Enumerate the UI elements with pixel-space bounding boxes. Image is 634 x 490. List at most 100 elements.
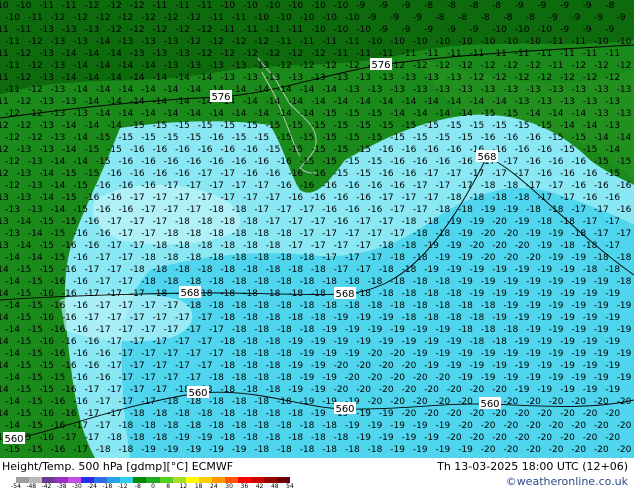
temp-value: -18 [549, 205, 564, 215]
credit-link[interactable]: ©weatheronline.co.uk [506, 475, 628, 488]
temp-value: -13 [17, 193, 32, 203]
temp-value: -14 [96, 61, 111, 71]
temp-value: -17 [436, 181, 451, 191]
temp-value: -17 [141, 373, 156, 383]
temp-value: -18 [345, 301, 360, 311]
temp-value: -18 [141, 277, 156, 287]
valid-time: Th 13-03-2025 18:00 UTC (12+06) [437, 460, 628, 473]
temp-value: -12 [51, 13, 66, 23]
temp-value: -16 [356, 193, 371, 203]
temp-value: -11 [198, 1, 213, 11]
temp-value: -13 [73, 37, 88, 47]
temp-value: -14 [322, 85, 337, 95]
temp-value: -16 [322, 205, 337, 215]
temp-value: -20 [617, 445, 632, 455]
temp-value: -10 [334, 1, 349, 11]
temp-value: -11 [356, 49, 371, 59]
temp-value: -17 [334, 241, 349, 251]
temp-value: -15 [345, 157, 360, 167]
temp-value: -15 [96, 157, 111, 167]
temp-value: -12 [175, 25, 190, 35]
temp-value: -20 [504, 253, 519, 263]
temp-value: -11 [28, 13, 43, 23]
temp-value: -15 [187, 133, 202, 143]
temp-value: -20 [424, 385, 439, 395]
temp-value: -18 [164, 397, 179, 407]
temp-value: -12 [107, 25, 122, 35]
temp-value: -17 [107, 337, 122, 347]
temp-value: -18 [254, 445, 269, 455]
temp-value: -15 [470, 121, 485, 131]
temp-value: -9 [390, 13, 399, 23]
temp-value: -20 [492, 433, 507, 443]
temp-value: -17 [107, 217, 122, 227]
temp-value: -14 [73, 157, 88, 167]
temp-value: -20 [368, 349, 383, 359]
temp-value: -19 [504, 205, 519, 215]
contour-label: 576 [210, 90, 232, 103]
temp-value: -19 [594, 349, 609, 359]
temp-value: -14 [62, 49, 77, 59]
temp-value: -10 [345, 13, 360, 23]
temp-value: -18 [243, 409, 258, 419]
temp-value: -12 [96, 13, 111, 23]
temp-value: -14 [232, 85, 247, 95]
temp-value: -14 [175, 97, 190, 107]
temp-value: -16 [571, 157, 586, 167]
temp-value: -19 [379, 409, 394, 419]
temp-value: -15 [85, 145, 100, 155]
temp-value: -19 [322, 349, 337, 359]
temp-value: -15 [39, 385, 54, 395]
temp-value: -15 [334, 169, 349, 179]
temp-value: -17 [130, 385, 145, 395]
temp-value: -18 [209, 229, 224, 239]
temp-value: -20 [492, 217, 507, 227]
temp-value: -9 [583, 1, 592, 11]
temp-value: -16 [526, 157, 541, 167]
temp-value: -10 [368, 37, 383, 47]
temp-value: -19 [594, 277, 609, 287]
temp-value: -19 [526, 301, 541, 311]
temp-value: -17 [424, 193, 439, 203]
temp-value: -20 [504, 397, 519, 407]
temp-value: -17 [130, 193, 145, 203]
temp-value: -11 [243, 25, 258, 35]
temp-value: -9 [583, 25, 592, 35]
temp-value: -14 [28, 253, 43, 263]
temp-value: -18 [277, 421, 292, 431]
colorbar-tick-label: 8 [166, 483, 171, 490]
temp-value: -17 [96, 325, 111, 335]
temp-value: -15 [28, 373, 43, 383]
temp-value: -17 [175, 313, 190, 323]
temp-value: -15 [141, 133, 156, 143]
temp-value: -17 [164, 349, 179, 359]
temp-value: -19 [436, 253, 451, 263]
temp-value: -18 [254, 373, 269, 383]
temp-value: -15 [277, 133, 292, 143]
temp-value: -9 [447, 25, 456, 35]
temp-value: -18 [209, 301, 224, 311]
temp-value: -19 [537, 385, 552, 395]
temp-value: -17 [254, 181, 269, 191]
temp-value: -15 [85, 169, 100, 179]
map-footer: Height/Temp. 500 hPa [gdmp][°C] ECMWF Th… [0, 458, 634, 490]
temp-value: -10 [17, 1, 32, 11]
temp-value: -18 [141, 253, 156, 263]
temp-value: -16 [73, 349, 88, 359]
temp-value: -17 [85, 385, 100, 395]
temp-value: -18 [345, 277, 360, 287]
temp-value: -11 [379, 49, 394, 59]
temp-value: -20 [605, 409, 620, 419]
temp-value: -15 [17, 289, 32, 299]
temp-value: -15 [402, 121, 417, 131]
temp-value: -19 [288, 337, 303, 347]
temp-value: -15 [28, 349, 43, 359]
temp-value: -14 [85, 73, 100, 83]
temp-value: -13 [51, 133, 66, 143]
temp-value: -9 [470, 25, 479, 35]
temp-value: -19 [605, 313, 620, 323]
temp-value: -19 [571, 325, 586, 335]
temp-value: -16 [368, 205, 383, 215]
temp-value: -18 [492, 337, 507, 347]
temp-value: -20 [537, 409, 552, 419]
